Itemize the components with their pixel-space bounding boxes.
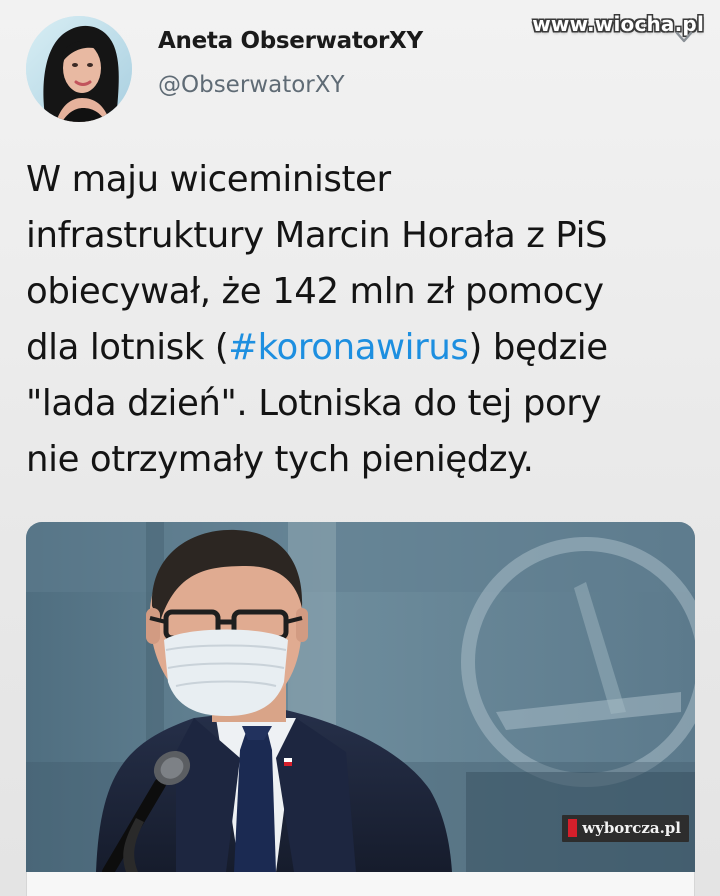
author-block: Aneta ObserwatorXY @ObserwatorXY xyxy=(158,28,423,98)
tweet-text-fragment: ) będzie xyxy=(468,327,609,368)
profile-photo xyxy=(26,16,132,122)
source-logo-icon xyxy=(568,819,578,837)
tweet-line: obiecywał, że 142 mln zł pomocy xyxy=(26,271,604,312)
tweet-line: dla lotnisk (#koronawirus) będzie xyxy=(26,320,706,376)
tweet-body: W maju wiceminister infrastruktury Marci… xyxy=(26,152,706,488)
tweet-header: Aneta ObserwatorXY @ObserwatorXY xyxy=(26,16,423,122)
tweet-line: nie otrzymały tych pieniędzy. xyxy=(26,439,534,480)
media-card[interactable]: wyborcza.pl xyxy=(26,522,695,872)
tweet-line: "lada dzień". Lotniska do tej pory xyxy=(26,383,602,424)
tweet-line: infrastruktury Marcin Horała z PiS xyxy=(26,215,608,256)
tweet-line: W maju wiceminister xyxy=(26,159,391,200)
avatar[interactable] xyxy=(26,16,132,122)
source-badge: wyborcza.pl xyxy=(562,815,689,842)
card-footer[interactable] xyxy=(26,872,695,896)
chevron-down-icon[interactable] xyxy=(675,30,693,44)
display-name[interactable]: Aneta ObserwatorXY xyxy=(158,28,423,54)
tweet-text-fragment: dla lotnisk ( xyxy=(26,327,229,368)
user-handle[interactable]: @ObserwatorXY xyxy=(158,72,423,98)
hashtag-link[interactable]: #koronawirus xyxy=(228,327,469,368)
source-label: wyborcza.pl xyxy=(582,819,681,837)
